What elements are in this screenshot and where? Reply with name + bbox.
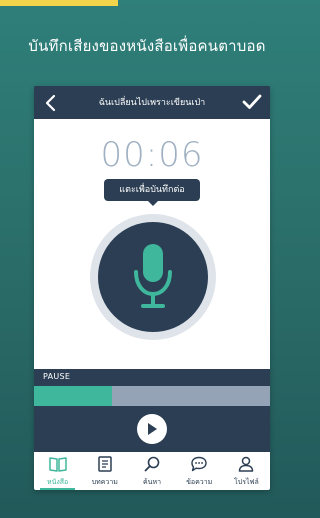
- tab-label: ข้อความ: [186, 478, 213, 486]
- article-icon: [98, 456, 112, 472]
- message-icon: [191, 456, 207, 472]
- done-button[interactable]: [242, 92, 262, 112]
- tab-messages[interactable]: ข้อความ: [176, 452, 223, 490]
- play-button[interactable]: [137, 414, 167, 444]
- search-icon: [144, 456, 160, 472]
- recording-timer: 00:06: [100, 135, 204, 175]
- top-bar: ฉันเปลี่ยนไปเพราะเขียนเป่า: [34, 86, 270, 119]
- tab-books[interactable]: หนังสือ: [34, 452, 81, 490]
- check-icon: [242, 94, 262, 109]
- bottom-tab-bar: หนังสือ บทความ ค้นหา ข้อความ โปรไฟล์: [34, 452, 270, 490]
- tooltip-arrow: [148, 201, 158, 206]
- page-headline: บันทึกเสียงของหนังสือเพื่อคนตาบอด: [28, 37, 266, 55]
- tab-articles[interactable]: บทความ: [81, 452, 128, 490]
- progress-fill: [34, 386, 112, 406]
- book-title: ฉันเปลี่ยนไปเพราะเขียนเป่า: [98, 98, 206, 108]
- tab-profile[interactable]: โปรไฟล์: [223, 452, 270, 490]
- recorder-panel: 00:06 แตะเพื่อบันทึกต่อ: [34, 119, 270, 369]
- play-icon: [148, 423, 157, 435]
- pause-label: PAUSE: [43, 372, 71, 381]
- recording-progress[interactable]: [34, 386, 270, 406]
- record-button[interactable]: [98, 222, 208, 332]
- tab-search[interactable]: ค้นหา: [128, 452, 175, 490]
- continue-recording-tooltip: แตะเพื่อบันทึกต่อ: [104, 179, 200, 206]
- tab-label: บทความ: [91, 478, 118, 486]
- tab-label: ค้นหา: [143, 478, 162, 486]
- tooltip-text: แตะเพื่อบันทึกต่อ: [119, 185, 185, 195]
- microphone-icon: [134, 244, 172, 308]
- back-button[interactable]: [41, 93, 61, 113]
- book-icon: [48, 457, 67, 472]
- corner-tab: [0, 0, 118, 6]
- playback-controls: [34, 406, 270, 452]
- pause-bar: PAUSE: [34, 369, 270, 386]
- chevron-left-icon: [45, 94, 56, 112]
- tab-label: หนังสือ: [46, 478, 69, 486]
- tab-label: โปรไฟล์: [234, 478, 259, 486]
- phone-mockup: ฉันเปลี่ยนไปเพราะเขียนเป่า 00:06 แตะเพื่…: [34, 86, 270, 490]
- profile-icon: [239, 456, 254, 472]
